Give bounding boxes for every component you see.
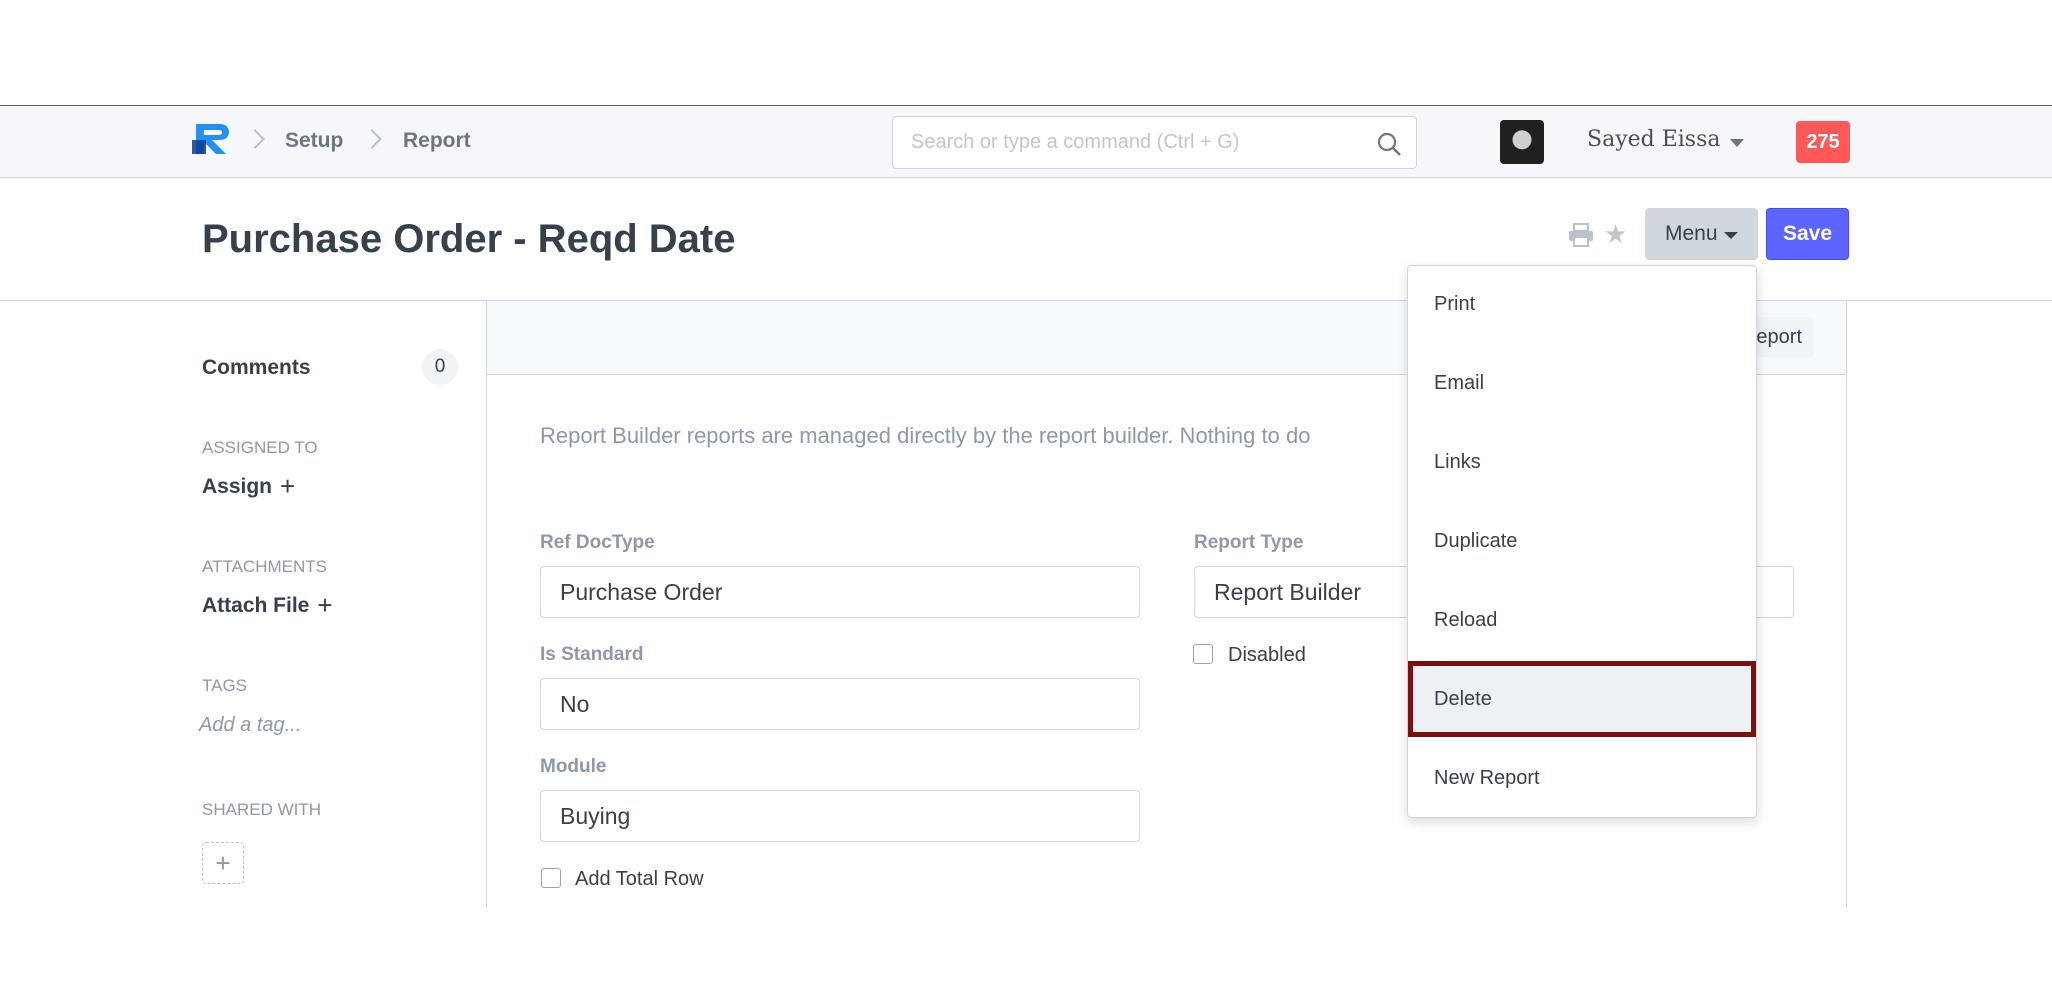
attach-file-label: Attach File xyxy=(202,594,310,617)
attachments-heading: ATTACHMENTS xyxy=(202,557,327,576)
comments-label[interactable]: Comments xyxy=(202,356,311,380)
search-input[interactable] xyxy=(893,117,1343,168)
disabled-label: Disabled xyxy=(1228,644,1306,666)
tags-heading: TAGS xyxy=(202,676,248,695)
plus-icon: + xyxy=(280,471,296,501)
star-icon[interactable]: ★ xyxy=(1604,220,1627,248)
disabled-checkbox[interactable] xyxy=(1193,644,1213,664)
save-button[interactable]: Save xyxy=(1766,208,1849,260)
menu-item-new-report[interactable]: New Report xyxy=(1408,740,1756,816)
assign-button[interactable]: Assign + xyxy=(202,471,296,501)
breadcrumb-separator-icon xyxy=(362,129,382,149)
app-logo-icon[interactable] xyxy=(192,120,236,156)
report-type-label: Report Type xyxy=(1194,532,1304,553)
page-title: Purchase Order - Reqd Date xyxy=(202,217,736,261)
user-name[interactable]: Sayed Eissa xyxy=(1587,127,1721,152)
avatar[interactable] xyxy=(1500,120,1544,164)
menu-item-links[interactable]: Links xyxy=(1408,424,1756,500)
breadcrumb-setup[interactable]: Setup xyxy=(285,129,343,153)
notification-badge[interactable]: 275 xyxy=(1796,121,1850,163)
ref-doctype-label: Ref DocType xyxy=(540,532,655,553)
shared-with-heading: SHARED WITH xyxy=(202,800,321,819)
menu-item-reload[interactable]: Reload xyxy=(1408,582,1756,658)
tag-input[interactable]: Add a tag... xyxy=(199,714,301,737)
menu-item-duplicate[interactable]: Duplicate xyxy=(1408,503,1756,579)
caret-down-icon xyxy=(1724,232,1738,239)
intro-text: Report Builder reports are managed direc… xyxy=(540,423,1311,448)
menu-button[interactable]: Menu xyxy=(1645,208,1758,260)
search-bar xyxy=(892,116,1417,169)
assign-label: Assign xyxy=(202,475,273,498)
module-field[interactable]: Buying xyxy=(540,790,1140,842)
search-icon[interactable] xyxy=(1376,131,1402,157)
attach-file-button[interactable]: Attach File + xyxy=(202,590,333,620)
navbar: Setup Report Sayed Eissa 275 xyxy=(0,105,2052,178)
module-label: Module xyxy=(540,756,607,777)
add-total-row-label: Add Total Row xyxy=(575,868,704,890)
breadcrumb-separator-icon xyxy=(245,129,265,149)
ref-doctype-field[interactable]: Purchase Order xyxy=(540,566,1140,618)
add-total-row-checkbox[interactable] xyxy=(541,868,561,888)
menu-item-delete[interactable]: Delete xyxy=(1408,661,1756,737)
menu-item-email[interactable]: Email xyxy=(1408,345,1756,421)
chevron-down-icon[interactable] xyxy=(1730,139,1744,147)
plus-icon: + xyxy=(215,848,231,878)
plus-icon: + xyxy=(317,590,333,620)
share-add-button[interactable]: + xyxy=(202,842,244,884)
printer-icon[interactable] xyxy=(1568,223,1594,247)
menu-item-print[interactable]: Print xyxy=(1408,266,1756,342)
is-standard-label: Is Standard xyxy=(540,644,644,665)
menu-dropdown: Print Email Links Duplicate Reload Delet… xyxy=(1407,265,1757,818)
comments-count-badge: 0 xyxy=(422,349,458,385)
assigned-to-heading: ASSIGNED TO xyxy=(202,438,318,457)
is-standard-select[interactable]: No xyxy=(540,678,1140,730)
breadcrumb-report[interactable]: Report xyxy=(403,129,471,153)
